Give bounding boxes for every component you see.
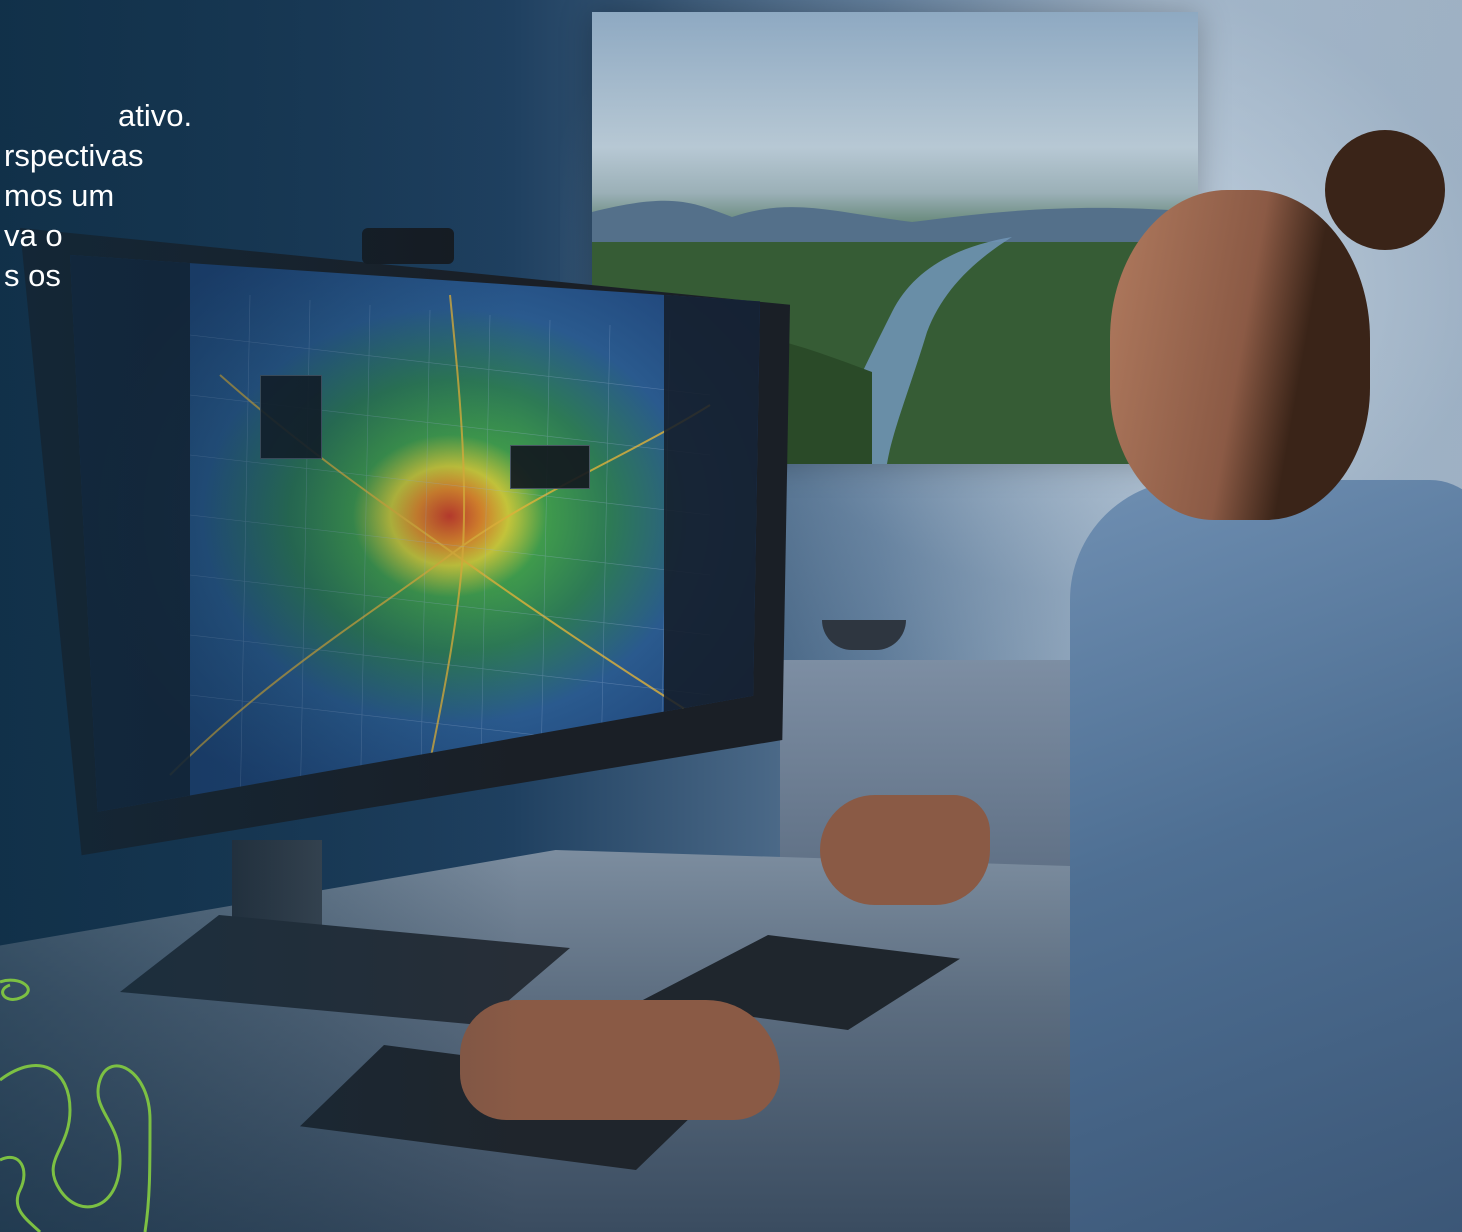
caption-line: ativo. [118,98,193,133]
caption-line: s os [4,258,61,293]
caption-line: rspectivas [4,138,144,173]
head [1110,190,1370,520]
hair-bun [1325,130,1445,250]
denim-shirt [1070,480,1462,1232]
caption-text: ativo. rspectivas mos um va o s os [0,96,192,296]
raised-hand [820,795,990,905]
caption-line: mos um [4,178,115,213]
caption-line: va o [4,218,63,253]
photo-scene: ativo. rspectivas mos um va o s os [0,0,1462,1232]
map-popup [510,445,590,489]
person [1070,130,1462,1232]
decorative-squiggle [0,978,152,1232]
